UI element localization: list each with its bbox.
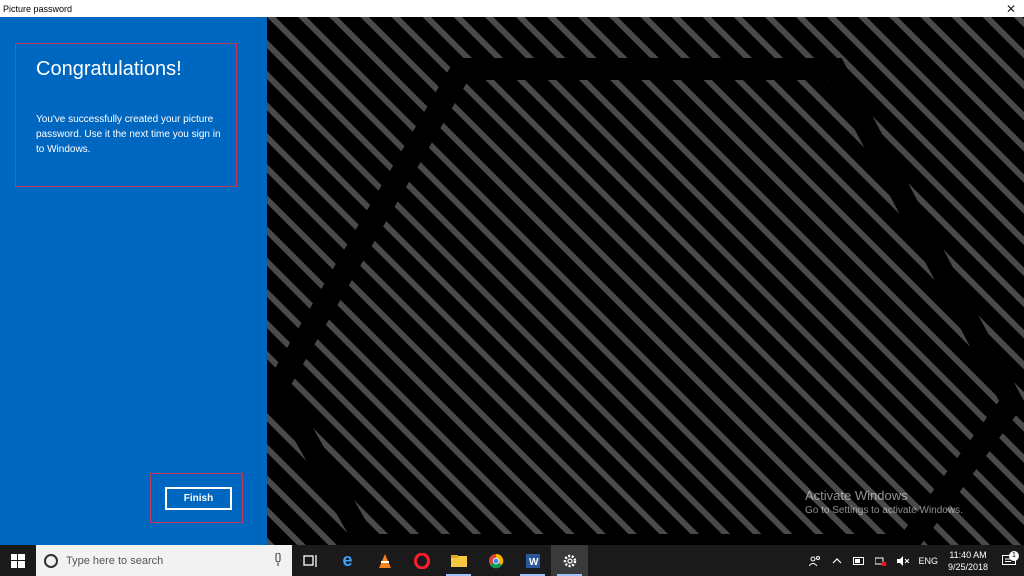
battery-icon[interactable] (850, 556, 868, 565)
congratulations-heading: Congratulations! (36, 58, 182, 80)
chevron-up-icon[interactable] (828, 557, 846, 564)
windows-start-icon[interactable] (0, 545, 36, 576)
window-title: Picture password (3, 3, 73, 14)
left-panel: Congratulations! You've successfully cre… (0, 17, 267, 545)
search-box[interactable]: Type here to search (36, 545, 292, 576)
microphone-icon[interactable] (274, 553, 282, 567)
chrome-icon[interactable] (477, 545, 514, 576)
settings-gear-icon[interactable] (551, 545, 588, 576)
clock[interactable]: 11:40 AM 9/25/2018 (942, 549, 994, 573)
notification-badge: 1 (1009, 550, 1019, 561)
file-explorer-icon[interactable] (440, 545, 477, 576)
system-tray: ENG 11:40 AM 9/25/2018 1 (804, 545, 1024, 576)
opera-icon[interactable] (403, 545, 440, 576)
finish-button-frame: Finish (150, 473, 243, 523)
people-icon[interactable] (806, 555, 824, 567)
svg-text:W: W (529, 557, 539, 568)
picture-password-image[interactable] (267, 17, 1024, 545)
task-view-icon[interactable] (292, 545, 329, 576)
edge-icon[interactable]: e (329, 545, 366, 576)
title-bar: Picture password ✕ (0, 0, 1024, 17)
vlc-icon[interactable] (366, 545, 403, 576)
hexagon-picture (267, 17, 1024, 545)
congratulations-box: Congratulations! You've successfully cre… (15, 43, 237, 187)
taskbar: Type here to search e W ENG 11:40 AM 9/2… (0, 545, 1024, 576)
clock-time: 11:40 AM (949, 549, 987, 560)
success-message: You've successfully created your picture… (36, 114, 221, 155)
language-indicator[interactable]: ENG (918, 556, 938, 566)
word-icon[interactable]: W (514, 545, 551, 576)
clock-date: 9/25/2018 (947, 561, 989, 572)
close-icon[interactable]: ✕ (998, 0, 1024, 17)
action-center-icon[interactable]: 1 (994, 550, 1024, 567)
search-placeholder: Type here to search (66, 554, 164, 567)
cortana-icon (44, 553, 58, 568)
finish-button[interactable]: Finish (165, 487, 232, 510)
volume-muted-icon[interactable] (894, 555, 912, 566)
network-icon[interactable] (872, 556, 890, 566)
